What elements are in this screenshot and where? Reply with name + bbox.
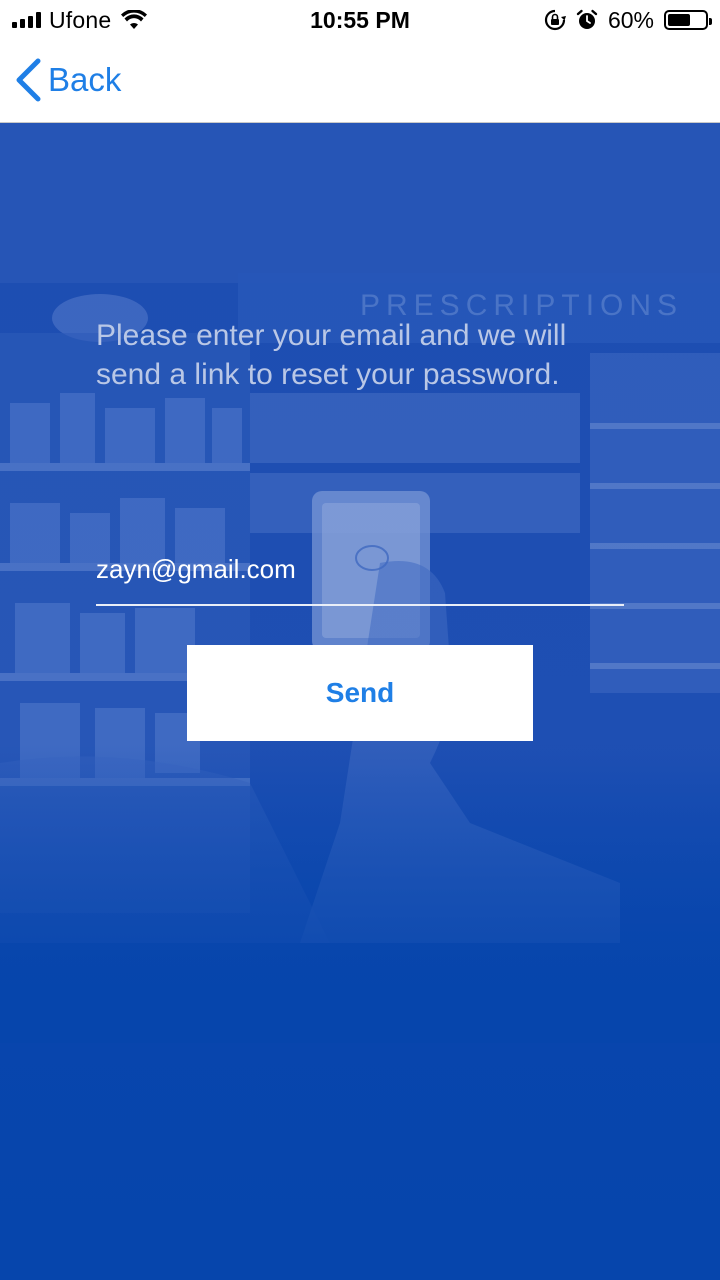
- alarm-icon: [576, 9, 598, 29]
- battery-tip: [709, 18, 712, 25]
- status-bar: Ufone 10:55 PM 60%: [0, 0, 720, 40]
- send-button[interactable]: Send: [187, 645, 533, 741]
- back-label: Back: [48, 61, 122, 98]
- background-fade: [0, 743, 720, 1043]
- navigation-bar: Back: [0, 40, 720, 123]
- chevron-left-icon: [16, 58, 41, 102]
- status-right: 60%: [544, 6, 712, 33]
- battery-fill: [668, 14, 690, 26]
- instructions-text: Please enter your email and we will send…: [96, 319, 567, 391]
- battery-icon: [664, 10, 712, 30]
- rotation-lock-icon: [544, 9, 566, 31]
- reset-password-screen: PRESCRIPTIONS Please enter your email an…: [0, 123, 720, 1280]
- back-button[interactable]: Back: [14, 56, 121, 104]
- battery-percentage: 60%: [607, 6, 654, 33]
- email-field[interactable]: [96, 548, 624, 606]
